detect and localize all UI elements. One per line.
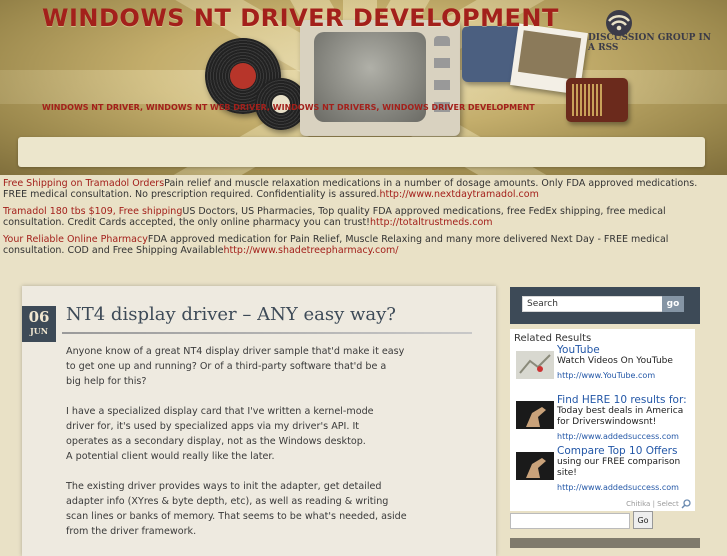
post-body: Anyone know of a great NT4 display drive… [66,344,466,554]
post-date-badge: 06 JUN [22,306,56,342]
related-results-title: Related Results [514,333,591,344]
related-result-description: Today best deals in America for Driversw… [557,406,694,428]
ad-url[interactable]: http://www.nextdaytramadol.com [379,189,538,200]
navigation-bar [18,137,705,167]
sidebar-bottom-panel [510,538,700,548]
search-go-button[interactable]: go [662,296,684,312]
post-line: adapter info (XYres & byte depth, etc), … [66,494,466,509]
related-result-url[interactable]: http://www.addedsuccess.com [557,482,694,493]
hand-pointer-thumbnail-icon[interactable] [516,401,554,429]
television-icon [300,20,460,136]
post-title[interactable]: NT4 display driver – ANY easy way? [66,304,396,325]
site-title[interactable]: WINDOWS NT DRIVER DEVELOPMENT [42,4,559,32]
post-line: big help for this? [66,374,466,389]
related-result-text: YouTube Watch Videos On YouTube http://w… [557,345,694,381]
related-result-url[interactable]: http://www.YouTube.com [557,370,694,381]
title-divider [62,332,472,334]
site-header: WINDOWS NT DRIVER DEVELOPMENT WINDOWS NT… [0,0,727,175]
ad-url[interactable]: http://www.shadetreepharmacy.com/ [223,245,398,256]
post-line: to get one up and running? Or of a third… [66,359,466,374]
ad-url[interactable]: http://totaltrustmeds.com [370,217,493,228]
related-result-heading[interactable]: Compare Top 10 Offers [557,446,694,457]
search-input[interactable]: Search [522,296,665,312]
related-result-description: using our FREE comparison site! [557,457,694,479]
map-thumbnail-icon[interactable] [516,351,554,379]
magnifier-icon[interactable] [681,499,691,509]
ad-link[interactable]: Free Shipping on Tramadol Orders [3,178,164,189]
related-result-text: Compare Top 10 Offers using our FREE com… [557,446,694,493]
post-date-month: JUN [22,326,56,336]
related-result-heading[interactable]: Find HERE 10 results for: [557,395,694,406]
record-label-icon [230,63,256,89]
ad-item: Tramadol 180 tbs $109, Free shippingUS D… [3,206,723,228]
post-line: scan lines or banks of memory. That seem… [66,509,466,524]
post-line: The existing driver provides ways to ini… [66,479,466,494]
chitika-select-link[interactable]: Chitika | Select [626,499,691,509]
site-description: WINDOWS NT DRIVER, WINDOWS NT WEB DRIVER… [42,103,535,112]
post-line: operates as a secondary display, not as … [66,434,466,449]
rss-label[interactable]: DISCUSSION GROUP IN A RSS [588,33,720,53]
ad-item: Your Reliable Online PharmacyFDA approve… [3,234,723,256]
hand-pointer-thumbnail-icon[interactable] [516,452,554,480]
related-result-description: Watch Videos On YouTube [557,356,694,367]
ad-item: Free Shipping on Tramadol OrdersPain rel… [3,178,723,200]
post-line: Anyone know of a great NT4 display drive… [66,344,466,359]
secondary-search-go-button[interactable]: Go [633,511,653,529]
radio-grill [572,84,602,116]
ad-link[interactable]: Your Reliable Online Pharmacy [3,234,148,245]
post-line: I have a specialized display card that I… [66,404,466,419]
related-result-text: Find HERE 10 results for: Today best dea… [557,395,694,442]
related-result-item[interactable]: Compare Top 10 Offers using our FREE com… [516,446,694,492]
radio-icon [566,78,628,122]
chitika-label[interactable]: Chitika | Select [626,500,679,508]
related-result-url[interactable]: http://www.addedsuccess.com [557,431,694,442]
sponsored-ads: Free Shipping on Tramadol OrdersPain rel… [3,178,723,262]
polaroid-picture [518,30,581,80]
search-panel: Search go [510,287,700,324]
related-results-widget: Related Results YouTube Watch Videos On … [510,329,695,511]
related-result-heading[interactable]: YouTube [557,345,694,356]
related-result-item[interactable]: Find HERE 10 results for: Today best dea… [516,395,694,441]
ad-link[interactable]: Tramadol 180 tbs $109, Free shipping [3,206,182,217]
post-line: driver for, it's used by specialized app… [66,419,466,434]
post-paragraph: The existing driver provides ways to ini… [66,479,466,539]
secondary-search-input[interactable] [510,513,630,529]
related-result-item[interactable]: YouTube Watch Videos On YouTube http://w… [516,345,694,391]
blog-post: 06 JUN NT4 display driver – ANY easy way… [22,286,496,556]
post-line: A potential client would really like the… [66,449,466,464]
post-date-day: 06 [22,306,56,326]
post-line: from the driver framework. [66,524,466,539]
post-paragraph: Anyone know of a great NT4 display drive… [66,344,466,389]
post-paragraph: I have a specialized display card that I… [66,404,466,464]
